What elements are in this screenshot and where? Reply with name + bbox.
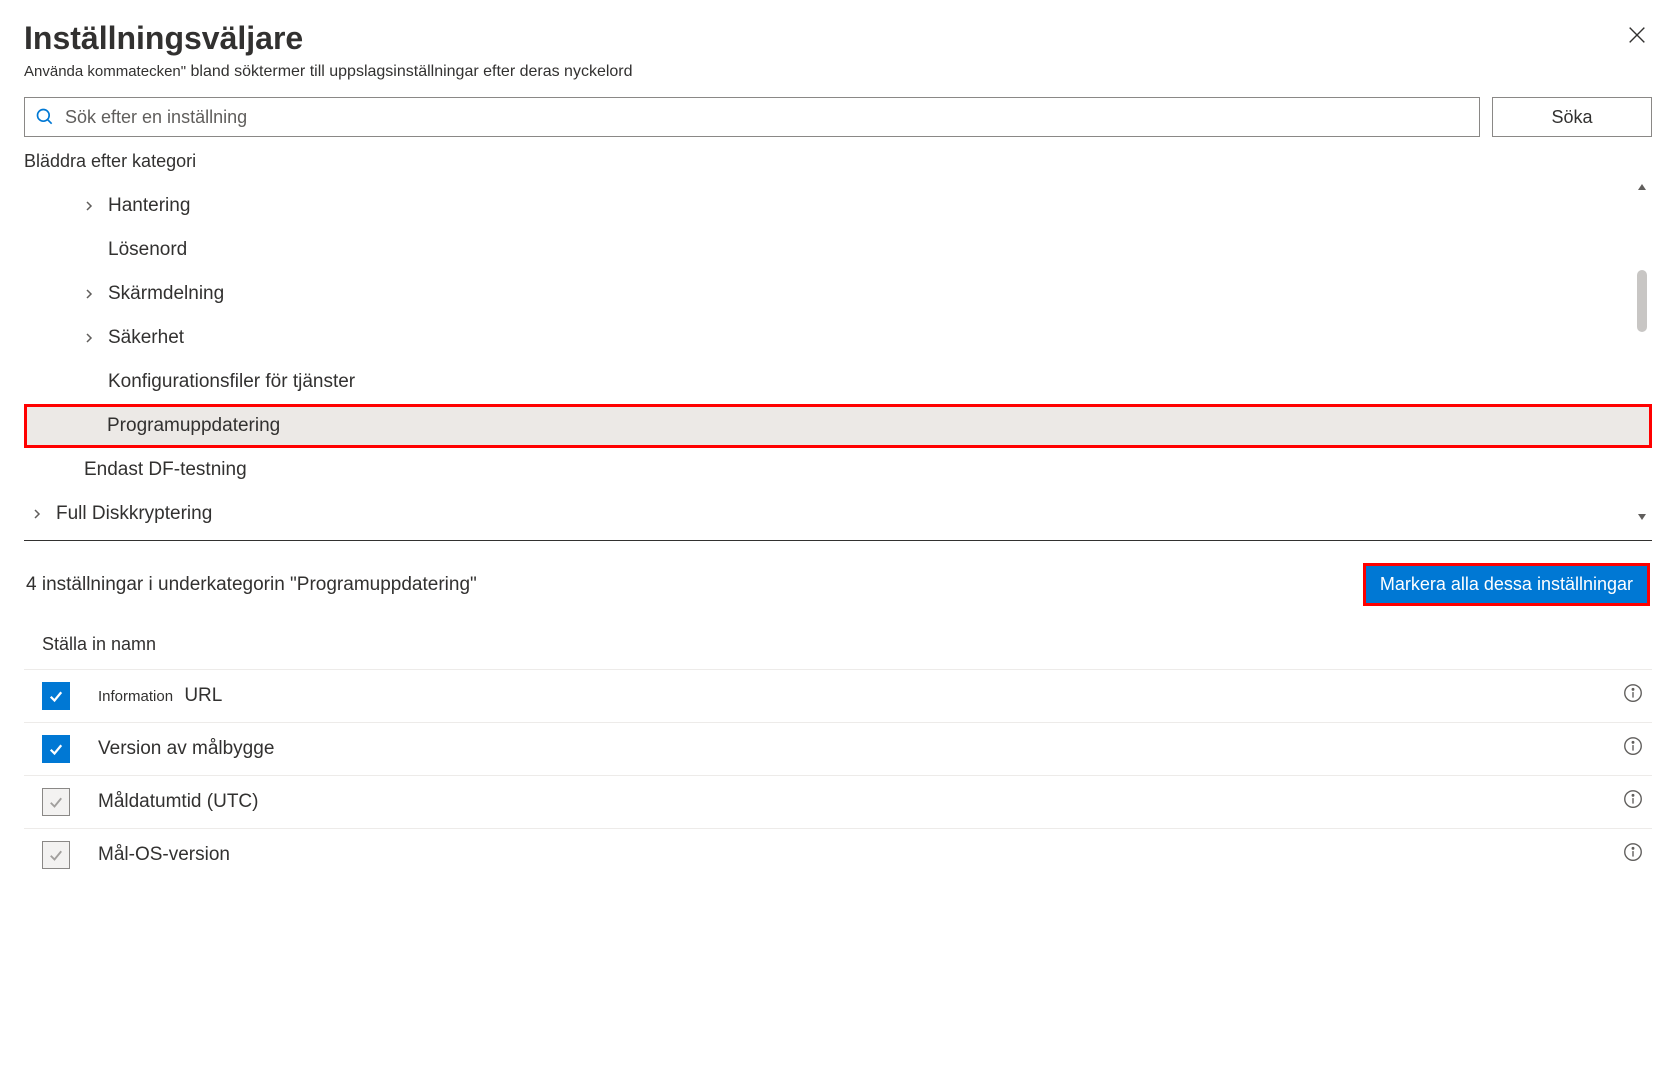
tree-item-label: Endast DF-testning <box>84 459 247 481</box>
checkbox-version-malbygge[interactable] <box>42 735 70 763</box>
chevron-right-icon <box>28 508 46 520</box>
setting-row-mal-os-version[interactable]: Mål-OS-version <box>24 828 1652 881</box>
setting-label: Version av målbygge <box>98 738 1622 760</box>
subtitle-rest: bland söktermer till uppslagsinställning… <box>191 63 633 80</box>
scroll-rail[interactable] <box>1632 196 1652 508</box>
chevron-right-icon <box>80 288 98 300</box>
tree-item-skarmdelning[interactable]: Skärmdelning <box>56 272 1652 316</box>
page-subtitle: Använda kommatecken" bland söktermer til… <box>24 63 633 81</box>
chevron-right-icon <box>80 200 98 212</box>
section-divider <box>24 540 1652 541</box>
search-input[interactable] <box>65 107 1469 128</box>
tree-item-label: Full Diskkryptering <box>56 503 212 525</box>
setting-label: Måldatumtid (UTC) <box>98 791 1622 813</box>
tree-item-sakerhet[interactable]: Säkerhet <box>56 316 1652 360</box>
setting-row-version-malbygge[interactable]: Version av målbygge <box>24 722 1652 775</box>
tree-item-endast-df-testning[interactable]: Endast DF-testning <box>56 448 1652 492</box>
close-icon[interactable] <box>1622 20 1652 55</box>
setting-badge: Information <box>98 688 173 705</box>
tree-item-full-diskkryptering[interactable]: Full Diskkryptering <box>56 492 1652 526</box>
page-title: Inställningsväljare <box>24 20 633 57</box>
setting-name: Måldatumtid (UTC) <box>98 791 258 812</box>
tree-item-label: Konfigurationsfiler för tjänster <box>108 371 355 393</box>
scroll-down-icon[interactable] <box>1636 508 1648 526</box>
results-summary: 4 inställningar i underkategorin "Progra… <box>26 574 477 596</box>
setting-label: Mål-OS-version <box>98 844 1622 866</box>
setting-name: URL <box>184 685 222 706</box>
checkbox-url[interactable] <box>42 682 70 710</box>
info-icon[interactable] <box>1622 682 1644 710</box>
tree-item-label: Skärmdelning <box>108 283 224 305</box>
category-tree: Hantering Lösenord Skärmdelning Säkerhet… <box>24 178 1652 526</box>
select-all-highlight: Markera alla dessa inställningar <box>1363 563 1650 606</box>
tree-item-label: Hantering <box>108 195 190 217</box>
info-icon[interactable] <box>1622 788 1644 816</box>
info-icon[interactable] <box>1622 841 1644 869</box>
setting-name: Mål-OS-version <box>98 844 230 865</box>
search-input-wrap[interactable] <box>24 97 1480 137</box>
search-button[interactable]: Söka <box>1492 97 1652 137</box>
tree-item-losenord[interactable]: Lösenord <box>56 228 1652 272</box>
tree-item-programuppdatering[interactable]: Programuppdatering <box>24 404 1652 448</box>
scroll-up-icon[interactable] <box>1636 178 1648 196</box>
setting-row-url[interactable]: Information URL <box>24 669 1652 722</box>
settings-column-header: Ställa in namn <box>24 634 1652 669</box>
subtitle-prefix: Använda kommatecken" <box>24 63 186 80</box>
tree-item-label: Säkerhet <box>108 327 184 349</box>
select-all-button[interactable]: Markera alla dessa inställningar <box>1366 566 1647 603</box>
scroll-thumb[interactable] <box>1637 270 1647 332</box>
setting-row-maldatumtid[interactable]: Måldatumtid (UTC) <box>24 775 1652 828</box>
tree-scrollbar[interactable] <box>1632 178 1652 526</box>
info-icon[interactable] <box>1622 735 1644 763</box>
checkbox-mal-os-version[interactable] <box>42 841 70 869</box>
chevron-right-icon <box>80 332 98 344</box>
setting-label: Information URL <box>98 685 1622 707</box>
browse-by-category-label: Bläddra efter kategori <box>24 151 1652 172</box>
tree-item-label: Programuppdatering <box>107 415 280 437</box>
tree-item-konfigurationsfiler[interactable]: Konfigurationsfiler för tjänster <box>56 360 1652 404</box>
tree-item-hantering[interactable]: Hantering <box>56 184 1652 228</box>
setting-name: Version av målbygge <box>98 738 274 759</box>
checkbox-maldatumtid[interactable] <box>42 788 70 816</box>
tree-item-label: Lösenord <box>108 239 187 261</box>
search-icon <box>35 107 55 127</box>
